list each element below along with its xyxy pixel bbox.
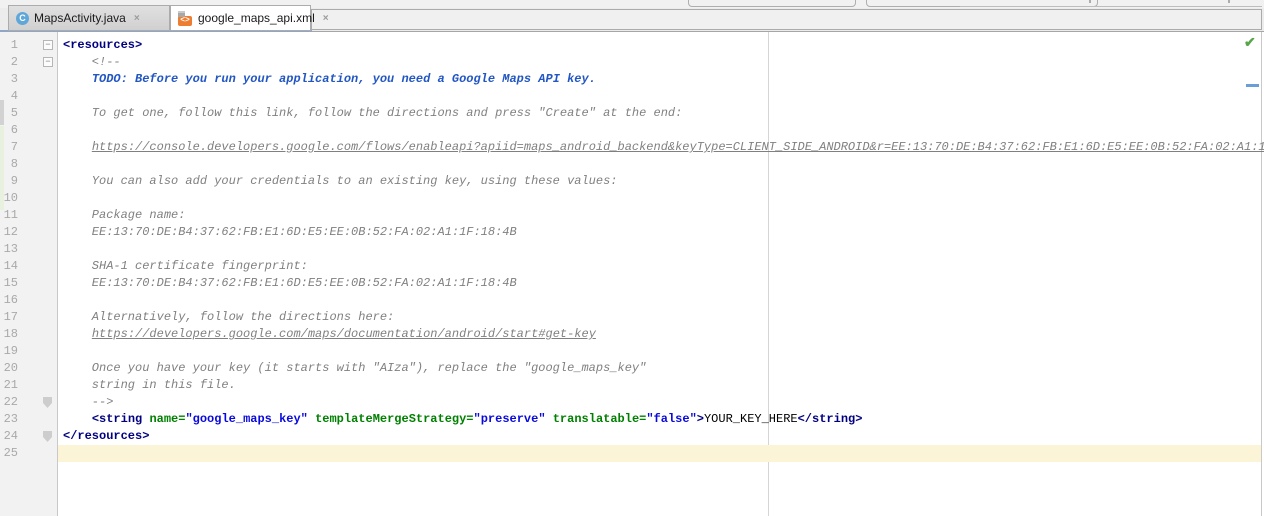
line-number: 7	[0, 139, 18, 156]
code-area[interactable]: 1−<resources>2− <!--3 TODO: Before you r…	[0, 37, 1264, 462]
line-number: 12	[0, 224, 18, 241]
code-text: Package name:	[63, 207, 1264, 224]
tab-mapsactivity-java[interactable]: C MapsActivity.java ×	[8, 5, 170, 31]
code-line: 25	[0, 445, 1264, 462]
code-text: Once you have your key (it starts with "…	[63, 360, 1264, 377]
code-line: 13	[0, 241, 1264, 258]
line-number: 16	[0, 292, 18, 309]
code-line: 8	[0, 156, 1264, 173]
code-text: <!--	[63, 54, 1264, 71]
line-number: 8	[0, 156, 18, 173]
line-number: 17	[0, 309, 18, 326]
tab-label: MapsActivity.java	[34, 11, 126, 25]
code-line: 5 To get one, follow this link, follow t…	[0, 105, 1264, 122]
code-text: https://developers.google.com/maps/docum…	[63, 326, 1264, 343]
editor-tab-bar: C MapsActivity.java × <> google_maps_api…	[0, 8, 1264, 32]
code-line: 24 </resources>	[0, 428, 1264, 445]
line-number: 6	[0, 122, 18, 139]
line-number: 13	[0, 241, 18, 258]
code-line: 7 https://console.developers.google.com/…	[0, 139, 1264, 156]
tab-google-maps-api-xml[interactable]: <> google_maps_api.xml ×	[170, 5, 311, 31]
inspection-status-icon[interactable]: ✔	[1244, 34, 1256, 51]
code-line: 12 EE:13:70:DE:B4:37:62:FB:E1:6D:E5:EE:0…	[0, 224, 1264, 241]
line-number: 11	[0, 207, 18, 224]
tab-strip-empty-area	[311, 9, 1262, 30]
code-line: 2 − <!--	[0, 54, 1264, 71]
code-line: 14 SHA-1 certificate fingerprint:	[0, 258, 1264, 275]
fold-marker-end[interactable]	[43, 431, 52, 442]
code-text: Alternatively, follow the directions her…	[63, 309, 1264, 326]
code-line: 3 TODO: Before you run your application,…	[0, 71, 1264, 88]
caret-line-highlight	[58, 445, 1261, 462]
error-stripe-todo-mark[interactable]	[1246, 84, 1259, 87]
line-number: 19	[0, 343, 18, 360]
code-text: https://console.developers.google.com/fl…	[63, 139, 1264, 156]
fold-marker-open[interactable]: −	[43, 40, 53, 50]
line-number: 21	[0, 377, 18, 394]
code-line: 10	[0, 190, 1264, 207]
code-text: string in this file.	[63, 377, 1264, 394]
line-number: 3	[0, 71, 18, 88]
code-line: 21 string in this file.	[0, 377, 1264, 394]
line-number: 24	[0, 428, 18, 445]
xml-file-icon: <>	[178, 11, 193, 26]
code-line: 20 Once you have your key (it starts wit…	[0, 360, 1264, 377]
close-icon[interactable]: ×	[134, 13, 140, 24]
code-line: 16	[0, 292, 1264, 309]
code-text: <resources>	[63, 37, 1264, 54]
line-number: 4	[0, 88, 18, 105]
code-line: 9 You can also add your credentials to a…	[0, 173, 1264, 190]
code-line: 19	[0, 343, 1264, 360]
code-line: 17 Alternatively, follow the directions …	[0, 309, 1264, 326]
toolbar-fragment-tick	[1089, 0, 1091, 3]
line-number: 9	[0, 173, 18, 190]
java-class-icon: C	[16, 12, 29, 25]
line-number: 10	[0, 190, 18, 207]
code-text: SHA-1 certificate fingerprint:	[63, 258, 1264, 275]
code-text: -->	[63, 394, 1264, 411]
line-number: 18	[0, 326, 18, 343]
line-number: 5	[0, 105, 18, 122]
code-text: EE:13:70:DE:B4:37:62:FB:E1:6D:E5:EE:0B:5…	[63, 224, 1264, 241]
code-line: 22 -->	[0, 394, 1264, 411]
code-line: 23 <string name="google_maps_key" templa…	[0, 411, 1264, 428]
code-line: 18 https://developers.google.com/maps/do…	[0, 326, 1264, 343]
code-text: EE:13:70:DE:B4:37:62:FB:E1:6D:E5:EE:0B:5…	[63, 275, 1264, 292]
toolbar-fragment-line	[960, 6, 1262, 7]
line-number: 1	[0, 37, 18, 54]
code-line: 6	[0, 122, 1264, 139]
code-text: </resources>	[63, 428, 1264, 445]
code-text: You can also add your credentials to an …	[63, 173, 1264, 190]
code-text: TODO: Before you run your application, y…	[63, 71, 1264, 88]
line-number: 14	[0, 258, 18, 275]
code-text: <string name="google_maps_key" templateM…	[63, 411, 1264, 428]
fold-marker-open[interactable]: −	[43, 57, 53, 67]
code-line: 4	[0, 88, 1264, 105]
line-number: 20	[0, 360, 18, 377]
line-number: 15	[0, 275, 18, 292]
line-number: 23	[0, 411, 18, 428]
code-line: 15 EE:13:70:DE:B4:37:62:FB:E1:6D:E5:EE:0…	[0, 275, 1264, 292]
tab-label: google_maps_api.xml	[198, 11, 315, 25]
code-text: To get one, follow this link, follow the…	[63, 105, 1264, 122]
code-line: 11 Package name:	[0, 207, 1264, 224]
line-number: 25	[0, 445, 18, 462]
toolbar-fragment-left	[688, 0, 856, 7]
line-number: 22	[0, 394, 18, 411]
close-icon[interactable]: ×	[323, 13, 329, 24]
code-line: 1 −<resources>	[0, 37, 1264, 54]
line-number: 2	[0, 54, 18, 71]
fold-marker-end[interactable]	[43, 397, 52, 408]
toolbar-fragment-tick	[1228, 0, 1230, 3]
